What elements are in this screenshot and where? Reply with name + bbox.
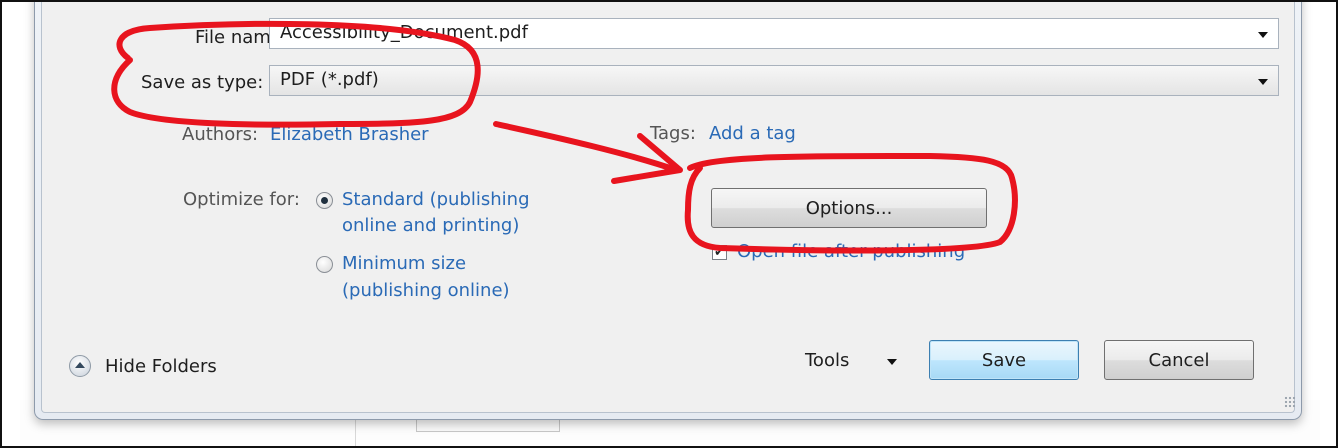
tags-value[interactable]: Add a tag	[709, 123, 796, 144]
hide-folders-label[interactable]: Hide Folders	[105, 356, 217, 377]
cancel-button[interactable]: Cancel	[1104, 340, 1254, 380]
authors-value[interactable]: Elizabeth Brasher	[270, 124, 429, 145]
standard-line2[interactable]: online and printing)	[342, 215, 519, 236]
chevron-down-icon[interactable]	[1258, 79, 1268, 85]
tags-label: Tags:	[650, 123, 696, 144]
standard-line1[interactable]: Standard (publishing	[342, 189, 530, 210]
save-as-type-select[interactable]: PDF (*.pdf)	[269, 65, 1279, 96]
minimum-line1[interactable]: Minimum size	[342, 253, 466, 274]
checkbox-icon[interactable]: ✔	[712, 245, 727, 260]
save-as-type-label: Save as type:	[141, 72, 264, 93]
file-name-value: Accessibility_Document.pdf	[280, 22, 528, 43]
file-name-field[interactable]: Accessibility_Document.pdf	[269, 18, 1279, 49]
options-button[interactable]: Options...	[711, 188, 987, 228]
chevron-down-icon[interactable]	[887, 359, 897, 365]
resize-grip-icon[interactable]	[1284, 396, 1296, 408]
tools-label[interactable]: Tools	[805, 350, 849, 371]
chevron-down-icon[interactable]	[1258, 32, 1268, 38]
minimum-line2[interactable]: (publishing online)	[342, 280, 510, 301]
authors-label: Authors:	[182, 124, 259, 145]
save-button[interactable]: Save	[929, 340, 1079, 380]
save-as-type-value: PDF (*.pdf)	[280, 69, 379, 90]
optimize-label: Optimize for:	[183, 189, 300, 210]
radio-standard[interactable]	[316, 192, 333, 209]
radio-minimum[interactable]	[316, 256, 333, 273]
open-after-publishing[interactable]: Open file after publishing	[737, 241, 965, 262]
hide-folders-icon[interactable]	[69, 355, 91, 377]
